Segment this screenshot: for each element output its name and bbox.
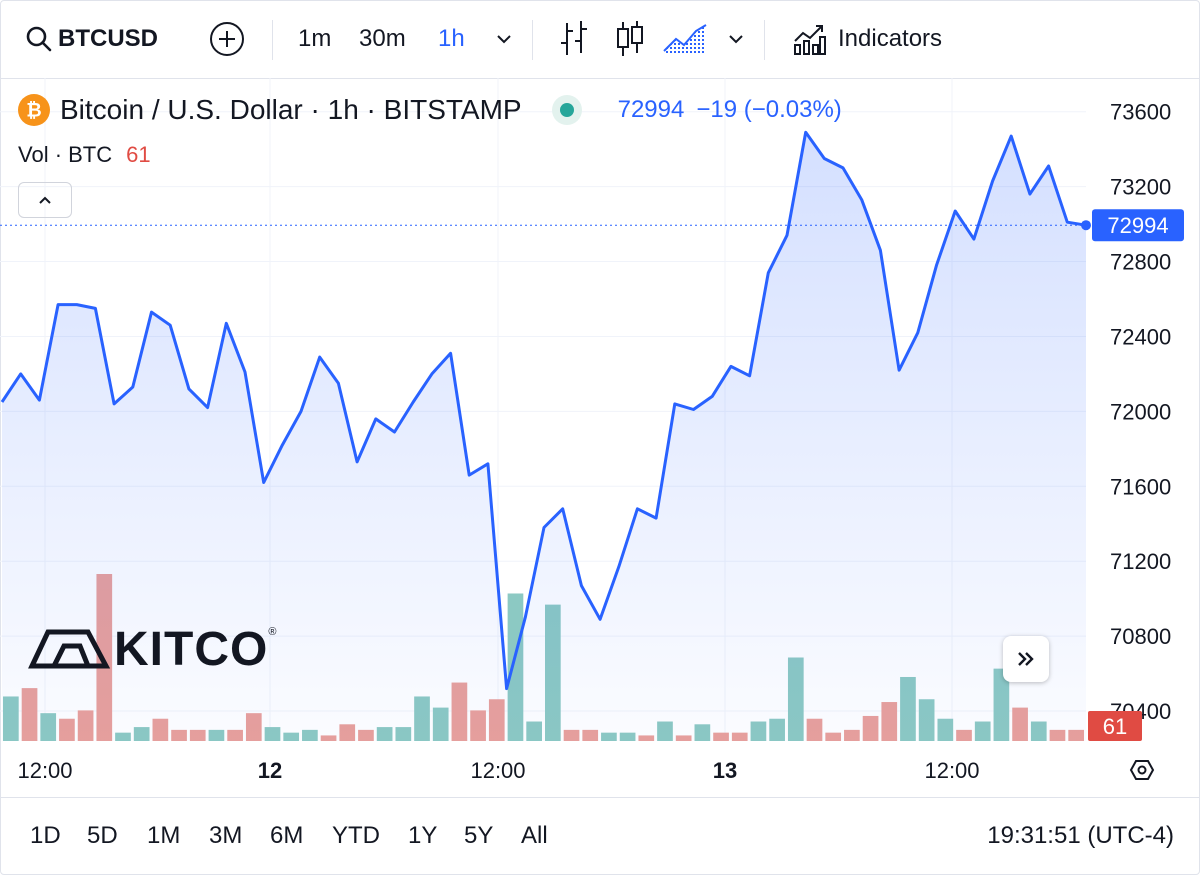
area-chart-icon	[663, 24, 707, 53]
toolbar-separator	[272, 20, 273, 60]
range-5y[interactable]: 5Y	[464, 798, 493, 874]
indicators-icon	[794, 25, 826, 55]
kitco-logo-icon	[28, 629, 111, 668]
range-1y[interactable]: 1Y	[408, 798, 437, 874]
range-1d[interactable]: 1D	[30, 798, 61, 874]
range-5d[interactable]: 5D	[87, 798, 118, 874]
x-tick-label: 12	[258, 758, 282, 783]
y-tick-label: 72400	[1110, 324, 1171, 349]
indicators-button[interactable]: Indicators	[792, 0, 942, 78]
toolbar: BTCUSD 1m 30m 1h Indicators	[0, 0, 1200, 79]
interval-30m-label: 30m	[359, 25, 406, 52]
clock[interactable]: 19:31:51 (UTC-4)	[987, 798, 1174, 874]
volume-legend-label: Vol · BTC	[18, 142, 113, 167]
toolbar-separator	[532, 20, 533, 60]
search-icon	[26, 26, 52, 52]
candles-icon	[617, 21, 643, 56]
range-label: All	[521, 822, 548, 849]
range-ytd[interactable]: YTD	[332, 798, 380, 874]
kitco-watermark: KITCO ®	[28, 622, 276, 677]
range-label: 5Y	[464, 822, 494, 849]
volume-legend-value: 61	[126, 142, 151, 167]
range-bar: 1D 5D 1M 3M 6M YTD 1Y 5Y All 19:31:51 (U…	[0, 797, 1200, 874]
compare-button[interactable]	[208, 0, 246, 78]
interval-1h-label: 1h	[438, 25, 465, 52]
range-label: 1M	[147, 822, 181, 849]
x-tick-label: 12:00	[470, 758, 525, 783]
range-label: YTD	[332, 822, 380, 849]
range-1m[interactable]: 1M	[147, 798, 180, 874]
last-volume-tag-label: 61	[1103, 714, 1127, 739]
registered-mark-icon: ®	[268, 626, 277, 638]
x-tick-label: 12:00	[924, 758, 979, 783]
candles-style-button[interactable]	[614, 0, 646, 78]
collapse-legend-button[interactable]	[18, 182, 72, 218]
double-chevron-right-icon	[1018, 652, 1034, 666]
x-tick-label: 12:00	[17, 758, 72, 783]
y-tick-label: 72000	[1110, 399, 1171, 424]
svg-text:₿: ₿	[26, 101, 41, 122]
chevron-up-icon	[39, 196, 51, 204]
legend: ₿ Bitcoin / U.S. Dollar · 1h · BITSTAMP …	[18, 90, 842, 218]
chart-style-dropdown[interactable]	[726, 0, 746, 78]
last-price-tag-label: 72994	[1107, 213, 1168, 238]
bitcoin-icon: ₿	[18, 94, 50, 126]
plus-circle-icon	[210, 22, 244, 56]
range-6m[interactable]: 6M	[270, 798, 303, 874]
area-style-button[interactable]	[662, 0, 708, 78]
range-label: 1Y	[408, 822, 438, 849]
x-tick-label: 13	[713, 758, 737, 783]
range-label: 6M	[270, 822, 304, 849]
y-tick-label: 73600	[1110, 100, 1171, 125]
kitco-wordmark: KITCO	[114, 623, 269, 676]
interval-1m-label: 1m	[298, 25, 332, 52]
market-status-dot	[551, 95, 582, 125]
interval-30m[interactable]: 30m	[359, 0, 406, 78]
y-tick-label: 71600	[1110, 474, 1171, 499]
symbol-label: BTCUSD	[58, 25, 158, 52]
bar-chart-style-button[interactable]	[558, 0, 590, 78]
toolbar-separator	[764, 20, 765, 60]
settings-icon[interactable]	[1129, 760, 1155, 780]
interval-1m[interactable]: 1m	[298, 0, 331, 78]
ohlc-bars-icon	[561, 21, 587, 55]
indicators-label: Indicators	[838, 25, 943, 52]
chevron-down-icon	[729, 35, 743, 44]
y-tick-label: 70800	[1110, 624, 1171, 649]
interval-1h[interactable]: 1h	[438, 0, 465, 78]
symbol-search[interactable]: BTCUSD	[24, 0, 158, 78]
range-label: 1D	[30, 822, 61, 849]
legend-title: Bitcoin / U.S. Dollar · 1h · BITSTAMP	[60, 94, 522, 125]
y-tick-label: 72800	[1110, 250, 1171, 275]
range-all[interactable]: All	[521, 798, 548, 874]
y-tick-label: 73200	[1110, 175, 1171, 200]
scroll-to-realtime-button[interactable]	[1003, 636, 1049, 682]
y-tick-label: 71200	[1110, 549, 1171, 574]
range-label: 5D	[87, 822, 118, 849]
range-3m[interactable]: 3M	[209, 798, 242, 874]
clock-label: 19:31:51 (UTC-4)	[987, 822, 1174, 849]
chevron-down-icon	[497, 35, 511, 44]
interval-dropdown[interactable]	[494, 0, 514, 78]
legend-change: −19 (−0.03%)	[696, 96, 842, 123]
range-label: 3M	[209, 822, 243, 849]
legend-price: 72994	[617, 96, 685, 123]
